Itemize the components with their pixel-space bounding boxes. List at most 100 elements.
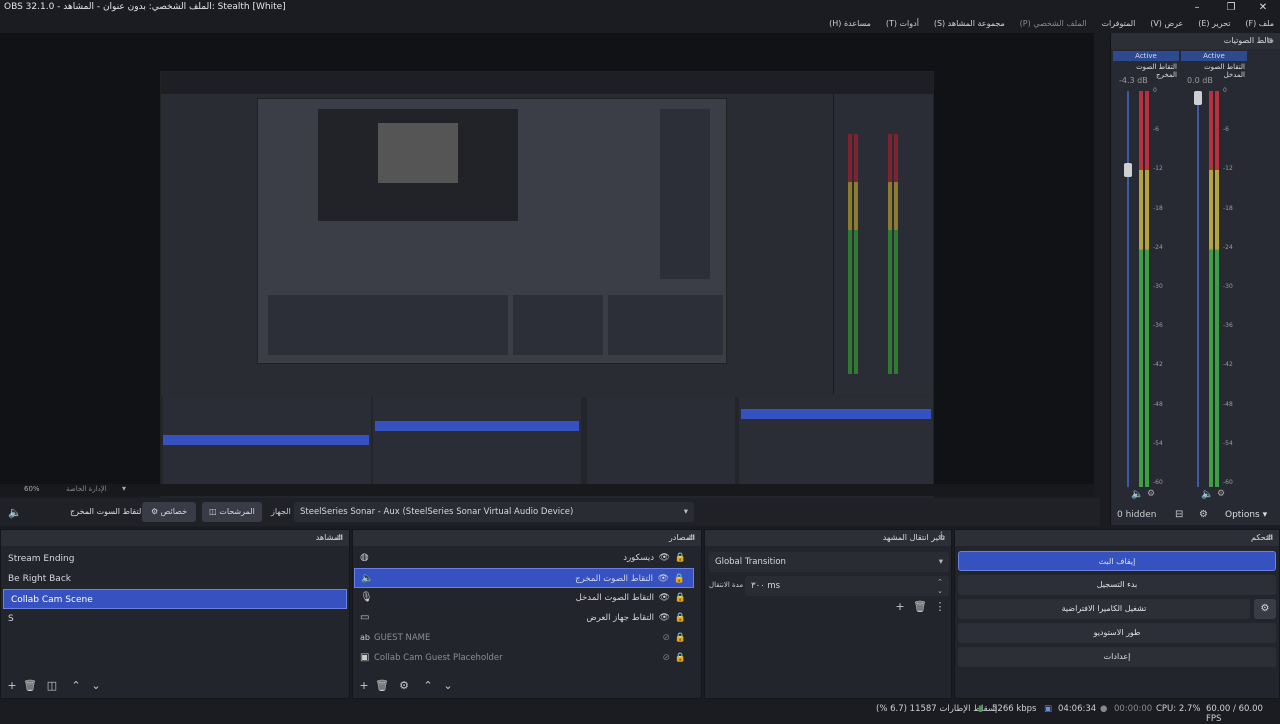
trash-icon[interactable]: 🗑 <box>375 679 389 693</box>
db-tick-label: -12 <box>1153 165 1163 173</box>
menu-tools[interactable]: أدوات (T) <box>880 16 925 32</box>
status-bar: إسقاط الإطارات 11587 (6.7 %) ▮ 5266 kbps… <box>0 700 1280 724</box>
scenes-toolbar: + 🗑 ◫ ⌃ ⌄ <box>1 676 349 698</box>
add-icon[interactable]: + <box>357 679 371 693</box>
start-recording-button[interactable]: بدء التسجيل <box>958 575 1276 595</box>
preview-area[interactable] <box>0 33 1094 509</box>
db-tick-label: -6 <box>1223 126 1229 134</box>
float-dock-icon[interactable]: ⧉ <box>1267 530 1273 546</box>
volume-slider-handle[interactable] <box>1194 91 1202 105</box>
float-dock-icon[interactable]: ⧉ <box>689 530 695 546</box>
more-icon[interactable]: ⋮ <box>933 600 947 614</box>
arrow-down-icon[interactable]: ⌄ <box>89 679 103 693</box>
studio-mode-button[interactable]: طور الاستوديو <box>958 623 1276 643</box>
scene-item[interactable]: Stream Ending <box>1 549 349 569</box>
menu-view[interactable]: عرض (V) <box>1144 16 1189 32</box>
volume-slider-track[interactable] <box>1127 91 1129 487</box>
browser-icon: ◍ <box>360 552 369 563</box>
trash-icon[interactable]: 🗑 <box>23 679 37 693</box>
layout-toggle-icon[interactable]: ⊟ <box>1175 509 1183 520</box>
speaker-icon[interactable]: 🔈 <box>1131 489 1143 500</box>
stop-streaming-button[interactable]: إيقاف البث <box>958 551 1276 571</box>
lock-icon[interactable]: 🔒 <box>675 588 686 608</box>
menu-file[interactable]: ملف (F) <box>1239 16 1280 32</box>
add-icon[interactable]: + <box>893 600 907 614</box>
db-scale: 0 -6 -12 -18 -24 -30 -36 -42 -48 -54 -60 <box>1221 87 1241 487</box>
properties-button[interactable]: ⚙ خصائص <box>142 502 196 522</box>
db-tick-label: -60 <box>1153 479 1163 486</box>
source-item[interactable]: ▣ Collab Cam Guest Placeholder ⊘ 🔒 <box>354 648 694 668</box>
source-item[interactable]: ▭ التقاط جهاز العرض 👁 🔒 <box>354 608 694 628</box>
menu-edit[interactable]: تحرير (E) <box>1192 16 1236 32</box>
eye-icon[interactable]: 👁 <box>658 569 669 589</box>
close-button[interactable]: ✕ <box>1246 0 1280 16</box>
speaker-icon: 🔈 <box>361 573 374 584</box>
volume-slider-track[interactable] <box>1197 91 1199 487</box>
arrow-up-icon[interactable]: ⌃ <box>69 679 83 693</box>
lock-icon[interactable]: 🔒 <box>675 628 686 648</box>
settings-icon[interactable]: ⚙ <box>1199 509 1208 520</box>
nested-mixer <box>833 94 933 394</box>
fps: 60.00 / 60.00 FPS <box>1206 704 1263 724</box>
hidden-count[interactable]: 0 hidden <box>1117 510 1156 520</box>
float-dock-icon[interactable]: ⧉ <box>1267 33 1273 49</box>
chevron-down-icon[interactable]: ⌄ <box>937 581 943 601</box>
scene-item[interactable]: Be Right Back <box>1 569 349 589</box>
eye-icon[interactable]: 👁 <box>659 608 670 628</box>
menu-help[interactable]: مساعدة (H) <box>823 16 877 32</box>
source-item-selected[interactable]: 🔈 التقاط الصوت المخرج 👁 🔒 <box>354 568 694 588</box>
eye-hidden-icon[interactable]: ⊘ <box>662 648 670 668</box>
eye-hidden-icon[interactable]: ⊘ <box>662 628 670 648</box>
menu-scene-collection[interactable]: مجموعة المشاهد (S) <box>928 16 1011 32</box>
device-select[interactable]: SteelSeries Sonar - Aux (SteelSeries Son… <box>294 502 694 522</box>
title-bar: OBS 32.1.0 - الملف الشخصي: بدون عنوان - … <box>0 0 1280 16</box>
gear-icon[interactable]: ⚙ <box>397 679 411 693</box>
stream-icon: ▣ <box>1044 704 1053 714</box>
virtual-camera-settings-icon[interactable]: ⚙ <box>1254 599 1276 619</box>
maximize-button[interactable]: ❐ <box>1214 0 1248 16</box>
gear-icon[interactable]: ⚙ <box>1147 489 1155 499</box>
channel-active-badge: Active <box>1113 51 1179 61</box>
gear-icon[interactable]: ⚙ <box>1217 489 1225 499</box>
eye-icon[interactable]: 👁 <box>659 588 670 608</box>
arrow-up-icon[interactable]: ⌃ <box>421 679 435 693</box>
add-icon[interactable]: + <box>5 679 19 693</box>
start-virtual-camera-button[interactable]: تشغيل الكاميرا الافتراضية <box>958 599 1250 619</box>
lock-icon[interactable]: 🔒 <box>675 608 686 628</box>
lock-icon[interactable]: 🔒 <box>674 569 685 589</box>
cpu-usage: CPU: 2.7% <box>1156 704 1201 714</box>
lock-icon[interactable]: 🔒 <box>675 648 686 668</box>
source-item[interactable]: 🎙 التقاط الصوت المدخل 👁 🔒 <box>354 588 694 608</box>
eye-icon[interactable]: 👁 <box>659 548 670 568</box>
trash-icon[interactable]: 🗑 <box>913 600 927 614</box>
filter-icon[interactable]: ◫ <box>45 679 59 693</box>
scenes-dock: المشاهد ⧉ Stream Ending Be Right Back Co… <box>0 529 350 699</box>
arrow-down-icon[interactable]: ⌄ <box>441 679 455 693</box>
scene-item-selected[interactable]: Collab Cam Scene <box>3 589 347 609</box>
filters-button[interactable]: ◫ المرشحات <box>202 502 262 522</box>
source-item[interactable]: ab GUEST NAME ⊘ 🔒 <box>354 628 694 648</box>
options-button[interactable]: Options ▾ <box>1225 510 1267 520</box>
settings-button[interactable]: إعدادات <box>958 647 1276 667</box>
float-dock-icon[interactable]: ⧉ <box>939 530 945 546</box>
float-dock-icon[interactable]: ⧉ <box>337 530 343 546</box>
transitions-dock: تأثير انتقال المشهد ⧉ Global Transition … <box>704 529 952 699</box>
speaker-icon[interactable]: 🔈 <box>1201 489 1213 500</box>
transition-select[interactable]: Global Transition ▾ <box>709 552 949 572</box>
lock-icon[interactable]: 🔒 <box>675 548 686 568</box>
scene-item[interactable]: S <box>1 609 349 629</box>
zoom-dropdown-icon[interactable]: ▾ <box>122 484 126 493</box>
preview-canvas[interactable] <box>160 71 934 509</box>
minimize-button[interactable]: – <box>1180 0 1214 16</box>
signal-icon: ▮ <box>978 704 983 714</box>
audio-source-icon: 🔈 <box>8 506 22 519</box>
duration-spinbox[interactable]: ٣٠٠ ms ⌃ ⌄ <box>745 576 949 596</box>
menu-docks[interactable]: المتوفرات <box>1095 16 1141 32</box>
volume-slider-handle[interactable] <box>1124 163 1132 177</box>
zoom-value[interactable]: 60% <box>24 485 40 493</box>
window-title: OBS 32.1.0 - الملف الشخصي: بدون عنوان - … <box>4 2 286 12</box>
bitrate: 5266 kbps <box>992 704 1037 714</box>
db-tick-label: -42 <box>1153 361 1163 369</box>
menu-profile[interactable]: الملف الشخصي (P) <box>1014 16 1093 32</box>
source-item[interactable]: ◍ ديسكورد 👁 🔒 <box>354 548 694 568</box>
